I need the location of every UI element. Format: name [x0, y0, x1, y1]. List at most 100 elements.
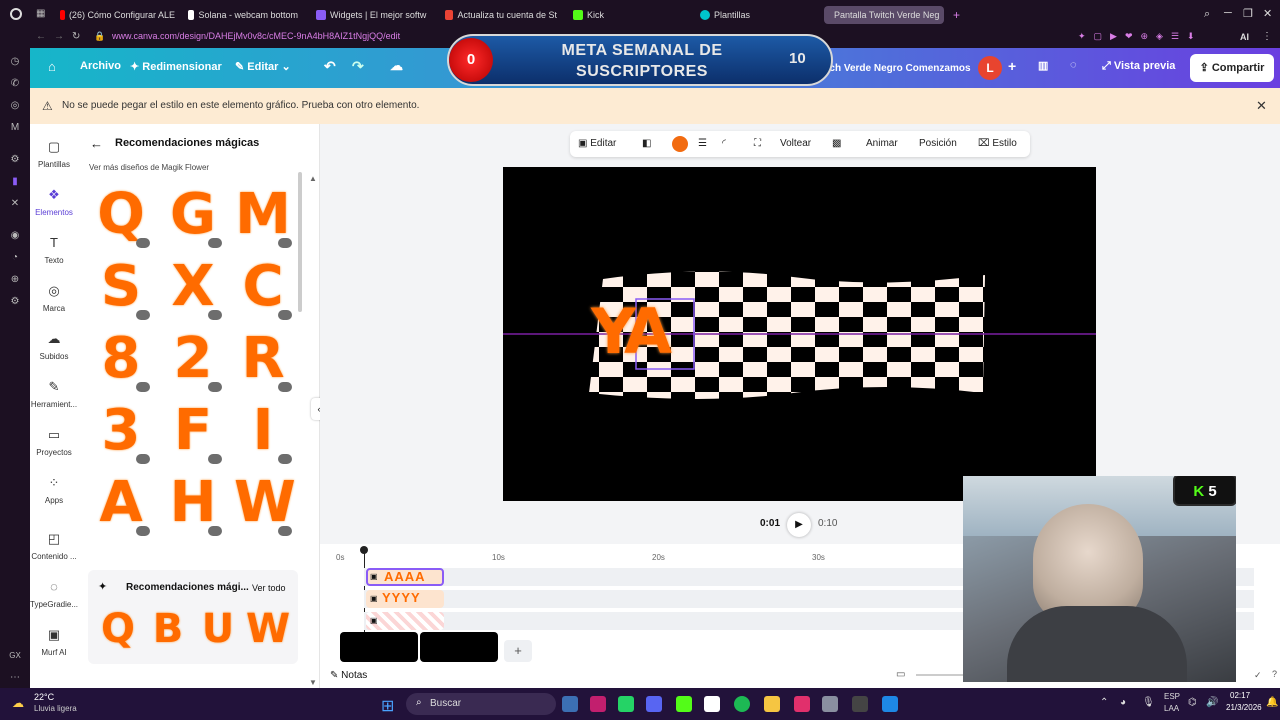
rail-item-proyectos[interactable]: ▭ Proyectos [30, 428, 78, 458]
share-button[interactable]: ⇪ Compartir [1190, 54, 1274, 82]
kick-icon[interactable] [676, 696, 692, 712]
network-icon[interactable]: ⌬ [1188, 697, 1197, 708]
timeline-clip-yyyy[interactable]: YYYY [366, 590, 444, 608]
notes-button[interactable]: ✎ Notas [330, 670, 367, 681]
windows-start-icon[interactable]: ⊞ [381, 696, 394, 716]
instagram-icon[interactable] [794, 696, 810, 712]
language-indicator[interactable]: ESP [1164, 692, 1180, 701]
file-explorer-icon[interactable] [764, 696, 780, 712]
timeline-clip-aaaa[interactable]: AAAA [366, 568, 444, 586]
design-canvas[interactable]: YA [503, 167, 1096, 501]
redo-icon[interactable]: ↷ [352, 58, 364, 75]
rail-item-typegradient[interactable]: ◌ TypeGradie... [30, 580, 78, 610]
see-all-link[interactable]: Ver todo [252, 583, 286, 593]
fire-letter-x[interactable]: X [164, 256, 222, 318]
panel-scrollbar[interactable] [298, 172, 302, 312]
scroll-down-icon[interactable]: ▼ [309, 678, 317, 687]
fire-letter-2[interactable]: 2 [164, 328, 222, 390]
whatsapp-icon[interactable]: ✆ [9, 78, 21, 90]
capcut-icon[interactable] [704, 696, 720, 712]
photos-icon[interactable] [882, 696, 898, 712]
style-button[interactable]: ⌧ Estilo [978, 138, 1017, 149]
whatsapp-icon[interactable] [618, 696, 634, 712]
fire-letter-r[interactable]: R [234, 328, 292, 390]
fire-letter-c[interactable]: C [234, 256, 292, 318]
fire-letter-m[interactable]: M [234, 184, 292, 246]
weather-temp[interactable]: 22°C [34, 692, 54, 702]
history-icon[interactable]: ◷ [9, 56, 21, 68]
fire-letter-a[interactable]: A [92, 472, 150, 534]
maximize-icon[interactable]: ❐ [1243, 7, 1253, 20]
fire-letter-8[interactable]: 8 [92, 328, 150, 390]
rail-item-contenido[interactable]: ◰ Contenido ... [30, 532, 78, 562]
back-arrow-icon[interactable]: ← [90, 136, 103, 151]
recommended-letter-q[interactable]: Q [96, 604, 140, 654]
bookmark-icon[interactable]: ⊕ [9, 274, 21, 286]
add-page-button[interactable]: + [504, 640, 532, 662]
resize-button[interactable]: ✦ Redimensionar [130, 60, 222, 73]
ai-button[interactable]: AI [1240, 32, 1249, 42]
comment-icon[interactable]: ◌ [1070, 59, 1077, 71]
page-thumbnail-1[interactable] [340, 632, 418, 662]
twitch-icon[interactable]: ▮ [9, 176, 21, 188]
tab-active-design[interactable]: Pantalla Twitch Verde Neg [824, 6, 944, 24]
search-icon[interactable]: ⌕ [1204, 8, 1210, 21]
chevron-up-icon[interactable]: ⌃ [1100, 697, 1108, 708]
taskbar-search[interactable]: ⌕ Buscar [406, 693, 556, 715]
rail-item-herramientas[interactable]: ✎ Herramient... [30, 380, 78, 410]
weather-desc[interactable]: Lluvia ligera [34, 704, 77, 713]
gear-icon[interactable]: ⚙ [9, 296, 21, 308]
rail-item-marca[interactable]: ◎ Marca [30, 284, 78, 314]
opera-gx-icon[interactable] [590, 696, 606, 712]
border-style-icon[interactable]: ☰ [698, 138, 707, 149]
more-designs-link[interactable]: Ver más diseños de Magik Flower [89, 163, 209, 172]
animate-button[interactable]: Animar [866, 138, 898, 149]
file-menu[interactable]: Archivo [80, 60, 121, 72]
tab-gmail[interactable]: Actualiza tu cuenta de St [445, 6, 557, 24]
fire-letter-w[interactable]: W [234, 472, 296, 534]
clock-icon[interactable]: ◔ [9, 252, 21, 264]
corner-rounding-icon[interactable]: ◜ [722, 138, 726, 149]
preview-button[interactable]: ⤢ Vista previa [1102, 60, 1175, 73]
fire-letter-g[interactable]: G [164, 184, 222, 246]
task-view-icon[interactable] [562, 696, 578, 712]
tray-app-icon[interactable]: ◕ [1120, 697, 1126, 708]
flip-button[interactable]: Voltear [780, 138, 811, 149]
rail-item-elementos[interactable]: ❖ Elementos [30, 188, 78, 218]
player-icon[interactable]: ◉ [9, 230, 21, 242]
tabs-menu-icon[interactable]: ▦ [36, 8, 45, 19]
clock-date[interactable]: 21/3/2026 [1226, 703, 1262, 712]
color-swatch[interactable] [672, 136, 688, 152]
play-button[interactable]: ▶ [787, 513, 811, 537]
fire-letter-h[interactable]: H [164, 472, 222, 534]
avatar[interactable]: L [978, 56, 1002, 80]
clock-time[interactable]: 02:17 [1230, 691, 1250, 700]
spotify-icon[interactable] [734, 696, 750, 712]
recommended-letter-w[interactable]: W [246, 604, 290, 654]
rail-item-apps[interactable]: ⁘ Apps [30, 476, 78, 506]
fire-letter-3[interactable]: 3 [92, 400, 150, 462]
fire-letter-i[interactable]: I [234, 400, 292, 462]
tab-plantillas[interactable]: Plantillas [700, 6, 800, 24]
recommended-letter-u[interactable]: U [196, 604, 240, 654]
home-icon[interactable]: ⌂ [48, 59, 56, 74]
fire-letter-f[interactable]: F [164, 400, 222, 462]
recommended-letter-b[interactable]: B [146, 604, 190, 654]
rail-item-texto[interactable]: T Texto [30, 236, 78, 266]
url-field[interactable]: www.canva.com/design/DAHEjMv0v8c/cMEC-9n… [112, 31, 400, 41]
reload-icon[interactable]: ↻ [72, 31, 80, 42]
edit-element-button[interactable]: ▣ Editar [578, 138, 616, 149]
discord-icon[interactable] [646, 696, 662, 712]
new-tab-icon[interactable]: + [953, 8, 960, 22]
instagram-icon[interactable]: ◎ [9, 100, 21, 112]
messenger-icon[interactable]: M [9, 122, 21, 134]
menu-icon[interactable]: ⋮ [1262, 31, 1272, 42]
tab-kick[interactable]: Kick [573, 6, 633, 24]
timeline-clip-flag[interactable] [366, 612, 444, 630]
close-icon[interactable]: ✕ [1256, 98, 1267, 114]
cloud-save-icon[interactable]: ☁ [390, 58, 403, 74]
position-button[interactable]: Posición [919, 138, 957, 149]
undo-icon[interactable]: ↶ [324, 58, 336, 75]
close-icon[interactable]: ✕ [1263, 7, 1272, 20]
rail-item-plantillas[interactable]: ▢ Plantillas [30, 140, 78, 170]
